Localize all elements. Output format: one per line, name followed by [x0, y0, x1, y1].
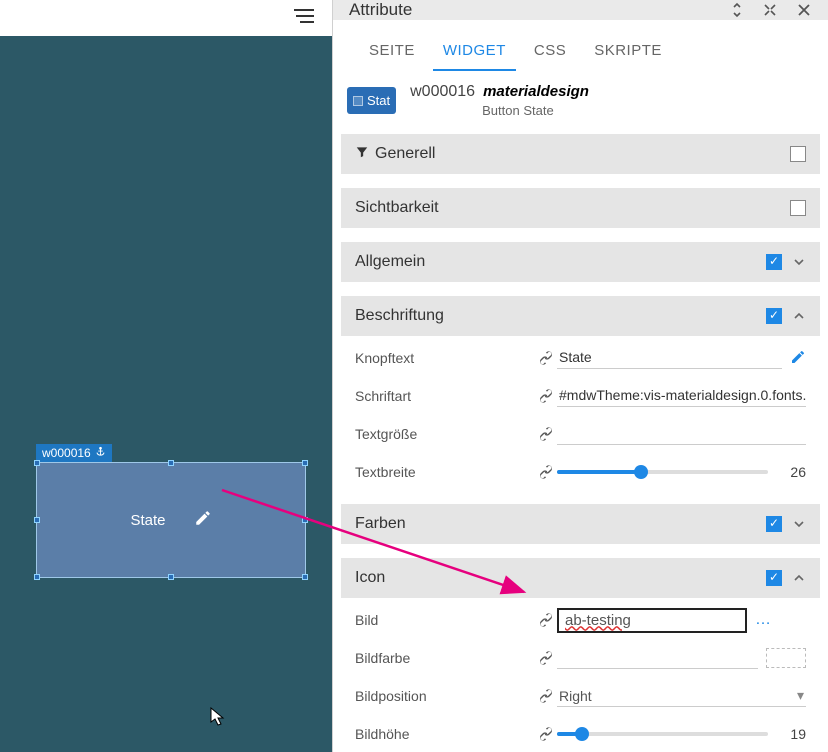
anchor-icon	[95, 446, 106, 460]
tab-css[interactable]: CSS	[524, 38, 576, 71]
color-swatch[interactable]	[766, 648, 806, 668]
link-icon[interactable]	[535, 426, 557, 442]
filter-icon	[355, 145, 369, 164]
widget-id-text: w000016	[410, 83, 475, 101]
section-beschriftung: Beschriftung Knopftext State Schriftart …	[341, 296, 820, 490]
cursor-icon	[210, 707, 226, 732]
pencil-icon[interactable]	[790, 349, 806, 368]
section-generell: Generell	[341, 134, 820, 174]
resize-handle-nw[interactable]	[34, 460, 40, 466]
widget-identity-row: Stat w000016 materialdesign Button State	[333, 77, 828, 130]
section-icon: Icon Bild ab-testing … Bildfarbe Bildpos…	[341, 558, 820, 752]
tab-skripte[interactable]: SKRIPTE	[584, 38, 672, 71]
chevron-down-icon	[792, 255, 806, 269]
prop-schriftart: Schriftart #mdwTheme:vis-materialdesign.…	[355, 382, 806, 410]
section-head-allgemein[interactable]: Allgemein	[341, 242, 820, 282]
bildfarbe-input[interactable]	[557, 647, 758, 669]
section-checkbox-allgemein[interactable]	[766, 254, 782, 270]
widget-library-text: materialdesign	[483, 83, 589, 100]
link-icon[interactable]	[535, 688, 557, 704]
widget-button-text: State	[130, 512, 165, 529]
panel-resize-handle[interactable]	[332, 566, 333, 592]
prop-textbreite: Textbreite 26	[355, 458, 806, 486]
prop-bildhoehe: Bildhöhe 19	[355, 720, 806, 748]
collapse-icon[interactable]	[762, 2, 778, 18]
widget-subtype-text: Button State	[482, 103, 589, 118]
unfold-icon[interactable]	[730, 1, 744, 19]
link-icon[interactable]	[535, 650, 557, 666]
prop-bild: Bild ab-testing …	[355, 606, 806, 634]
section-checkbox-beschriftung[interactable]	[766, 308, 782, 324]
prop-knopftext-value[interactable]: State	[557, 347, 782, 369]
resize-handle-ne[interactable]	[302, 460, 308, 466]
resize-handle-e[interactable]	[302, 517, 308, 523]
editor-canvas[interactable]: w000016 State	[0, 0, 332, 752]
resize-handle-w[interactable]	[34, 517, 40, 523]
section-head-beschriftung[interactable]: Beschriftung	[341, 296, 820, 336]
prop-textgroesse-value[interactable]	[557, 423, 806, 445]
panel-title: Attribute	[349, 0, 412, 20]
link-icon[interactable]	[535, 388, 557, 404]
resize-handle-n[interactable]	[168, 460, 174, 466]
section-head-generell[interactable]: Generell	[341, 134, 820, 174]
section-checkbox-sichtbarkeit[interactable]	[790, 200, 806, 216]
textbreite-slider[interactable]	[557, 470, 768, 474]
tab-widget[interactable]: WIDGET	[433, 38, 516, 71]
section-checkbox-generell[interactable]	[790, 146, 806, 162]
chevron-up-icon	[792, 571, 806, 585]
section-sichtbarkeit: Sichtbarkeit	[341, 188, 820, 228]
widget-on-canvas[interactable]: State	[36, 462, 306, 578]
chevron-down-icon	[792, 517, 806, 531]
resize-handle-sw[interactable]	[34, 574, 40, 580]
section-head-sichtbarkeit[interactable]: Sichtbarkeit	[341, 188, 820, 228]
widget-selection-tag[interactable]: w000016	[36, 444, 112, 462]
prop-knopftext: Knopftext State	[355, 344, 806, 372]
prop-bildposition: Bildposition Right ▾	[355, 682, 806, 710]
attribute-panel: Attribute SEITE WIDGET CSS SKRIPTE Stat …	[332, 0, 828, 752]
bildhoehe-slider[interactable]	[557, 732, 768, 736]
prop-textgroesse: Textgröße	[355, 420, 806, 448]
prop-schriftart-value[interactable]: #mdwTheme:vis-materialdesign.0.fonts.but…	[557, 385, 806, 407]
bildposition-select[interactable]: Right ▾	[557, 685, 806, 707]
resize-handle-se[interactable]	[302, 574, 308, 580]
link-icon[interactable]	[535, 612, 557, 628]
section-checkbox-icon[interactable]	[766, 570, 782, 586]
section-head-farben[interactable]: Farben	[341, 504, 820, 544]
section-checkbox-farben[interactable]	[766, 516, 782, 532]
section-farben: Farben	[341, 504, 820, 544]
widget-chip[interactable]: Stat	[347, 87, 396, 114]
close-icon[interactable]	[796, 2, 812, 18]
link-icon[interactable]	[535, 350, 557, 366]
tab-seite[interactable]: SEITE	[359, 38, 425, 71]
prop-bildfarbe: Bildfarbe	[355, 644, 806, 672]
section-head-icon[interactable]: Icon	[341, 558, 820, 598]
widget-selection-id: w000016	[42, 446, 91, 460]
chevron-down-icon: ▾	[797, 687, 804, 704]
canvas-toolbar	[0, 0, 332, 36]
link-icon[interactable]	[535, 726, 557, 742]
browse-button[interactable]: …	[755, 611, 771, 629]
panel-tabs: SEITE WIDGET CSS SKRIPTE	[333, 20, 828, 77]
bild-input[interactable]: ab-testing	[557, 608, 747, 633]
link-icon[interactable]	[535, 464, 557, 480]
textbreite-value: 26	[778, 464, 806, 480]
chevron-up-icon	[792, 309, 806, 323]
pencil-icon	[194, 509, 212, 531]
panel-header: Attribute	[333, 0, 828, 20]
section-allgemein: Allgemein	[341, 242, 820, 282]
bildhoehe-value: 19	[778, 726, 806, 742]
resize-handle-s[interactable]	[168, 574, 174, 580]
menu-toggle-icon[interactable]	[294, 9, 314, 28]
